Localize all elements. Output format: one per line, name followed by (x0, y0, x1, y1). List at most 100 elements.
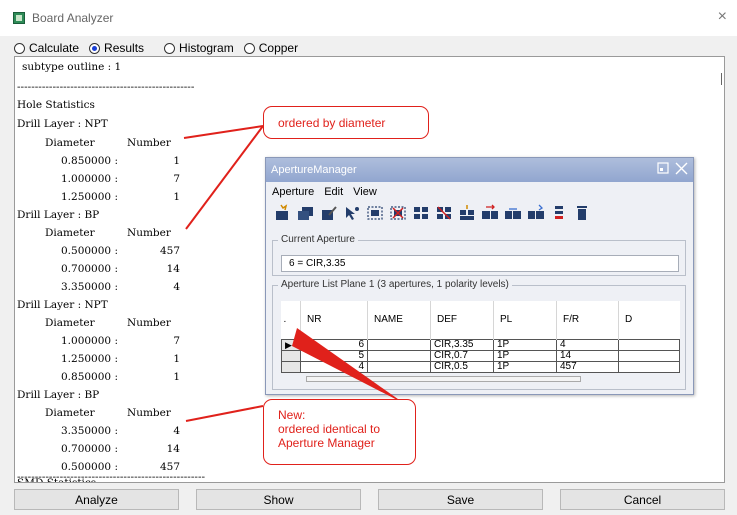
number-header: Number (127, 137, 171, 149)
number-value: 4 (173, 425, 180, 437)
number-header: Number (127, 227, 171, 239)
diameter-value: 0.500000 : (61, 245, 118, 257)
table-row[interactable]: 4 CIR,0.5 1P 457 (281, 360, 680, 373)
callout-ordered-by-diameter: ordered by diameter (263, 106, 429, 139)
diameter-value: 3.350000 : (61, 281, 118, 293)
window-title: Board Analyzer (32, 11, 114, 25)
callout-text: New: (278, 408, 306, 422)
diameter-value: 0.700000 : (61, 263, 118, 275)
select-icon[interactable] (366, 204, 384, 222)
trash-icon[interactable] (573, 204, 591, 222)
radio-copper[interactable]: Copper (243, 41, 298, 55)
number-value: 14 (166, 263, 180, 275)
cell-name (367, 349, 431, 362)
col-header-pl[interactable]: PL (493, 301, 557, 339)
move-right-icon[interactable] (481, 204, 499, 222)
diameter-value: 0.850000 : (61, 155, 118, 167)
aperture-manager-window[interactable]: ApertureManager Aperture Edit View Curre… (265, 157, 694, 395)
table-horizontal-scrollbar[interactable] (306, 376, 581, 382)
list-icon[interactable] (550, 204, 568, 222)
move-left-icon[interactable] (504, 204, 522, 222)
import-icon[interactable] (458, 204, 476, 222)
pick-aperture-icon[interactable] (343, 204, 361, 222)
new-aperture-icon[interactable] (274, 204, 292, 222)
cell-nr: 4 (300, 360, 368, 373)
close-icon[interactable] (675, 162, 688, 177)
show-button[interactable]: Show (196, 489, 361, 510)
radio-results[interactable]: Results (89, 41, 144, 55)
col-header-marker[interactable]: . (281, 301, 301, 339)
drill-layer-heading: Drill Layer : BP (17, 389, 100, 401)
analyze-button[interactable]: Analyze (14, 489, 179, 510)
aperture-manager-title: ApertureManager (271, 164, 357, 176)
edit-aperture-icon[interactable] (320, 204, 338, 222)
drill-layer-heading: Drill Layer : BP (17, 209, 100, 221)
number-value: 4 (173, 281, 180, 293)
delete-selection-icon[interactable] (389, 204, 407, 222)
diameter-value: 1.250000 : (61, 191, 118, 203)
cell-fr: 457 (556, 360, 619, 373)
radio-off-icon (14, 42, 25, 54)
cell-nr: 5 (300, 349, 368, 362)
col-header-nr[interactable]: NR (300, 301, 368, 339)
col-header-name[interactable]: NAME (367, 301, 431, 339)
row-selected-icon[interactable]: ▶ (281, 338, 301, 351)
menu-view[interactable]: View (353, 186, 377, 198)
save-button[interactable]: Save (378, 489, 543, 510)
cell-fr: 4 (556, 338, 619, 351)
callout-text: ordered by diameter (278, 116, 386, 130)
callout-text: ordered identical to (278, 422, 381, 436)
close-icon[interactable]: × (718, 8, 727, 26)
diameter-value: 1.000000 : (61, 335, 118, 347)
aperture-manager-titlebar[interactable]: ApertureManager (266, 158, 693, 182)
cancel-button[interactable]: Cancel (560, 489, 725, 510)
app-icon (13, 12, 25, 24)
number-value: 457 (159, 245, 180, 257)
row-header-cell[interactable] (281, 360, 301, 373)
radio-histogram[interactable]: Histogram (164, 41, 234, 55)
table-header-row: . NR NAME DEF PL F/R D (281, 301, 680, 339)
number-value: 1 (173, 371, 180, 383)
table-row[interactable]: 5 CIR,0.7 1P 14 (281, 349, 680, 362)
cell-def: CIR,0.7 (430, 349, 494, 362)
number-value: 1 (173, 353, 180, 365)
number-header: Number (127, 317, 171, 329)
row-header-cell[interactable] (281, 349, 301, 362)
cell-fr: 14 (556, 349, 619, 362)
cell-pl: 1P (493, 338, 557, 351)
smd-statistics-heading: SMD Statistics (17, 477, 97, 483)
menu-edit[interactable]: Edit (324, 186, 343, 198)
col-header-d[interactable]: D (618, 301, 680, 339)
current-aperture-label: Current Aperture (278, 234, 358, 245)
subtype-line: subtype outline : 1 (22, 61, 122, 73)
copy-aperture-icon[interactable] (297, 204, 315, 222)
cell-d (618, 349, 680, 362)
number-value: 1 (173, 155, 180, 167)
title-bar: Board Analyzer × (0, 0, 737, 36)
aperture-table: . NR NAME DEF PL F/R D ▶ 6 CIR,3.35 1P 4… (281, 301, 680, 373)
number-value: 14 (166, 443, 180, 455)
grid-icon[interactable] (412, 204, 430, 222)
maximize-icon[interactable] (657, 162, 669, 176)
col-header-def[interactable]: DEF (430, 301, 494, 339)
cell-def: CIR,0.5 (430, 360, 494, 373)
aperture-toolbar (274, 202, 596, 224)
aperture-list-label: Aperture List Plane 1 (3 apertures, 1 po… (278, 279, 512, 290)
current-aperture-field[interactable]: 6 = CIR,3.35 (281, 255, 679, 272)
grid-delete-icon[interactable] (435, 204, 453, 222)
diameter-header: Diameter (45, 407, 95, 419)
diameter-value: 0.700000 : (61, 443, 118, 455)
table-row[interactable]: ▶ 6 CIR,3.35 1P 4 (281, 338, 680, 351)
radio-on-icon (89, 42, 101, 54)
radio-calculate[interactable]: Calculate (14, 41, 79, 55)
number-value: 1 (173, 191, 180, 203)
sort-icon[interactable] (527, 204, 545, 222)
number-header: Number (127, 407, 171, 419)
text-cursor-mark (721, 73, 722, 85)
diameter-header: Diameter (45, 227, 95, 239)
cell-d (618, 360, 680, 373)
col-header-fr[interactable]: F/R (556, 301, 619, 339)
mode-radio-group: Calculate Results Histogram Copper (14, 39, 308, 57)
menu-aperture[interactable]: Aperture (272, 186, 314, 198)
cell-pl: 1P (493, 349, 557, 362)
